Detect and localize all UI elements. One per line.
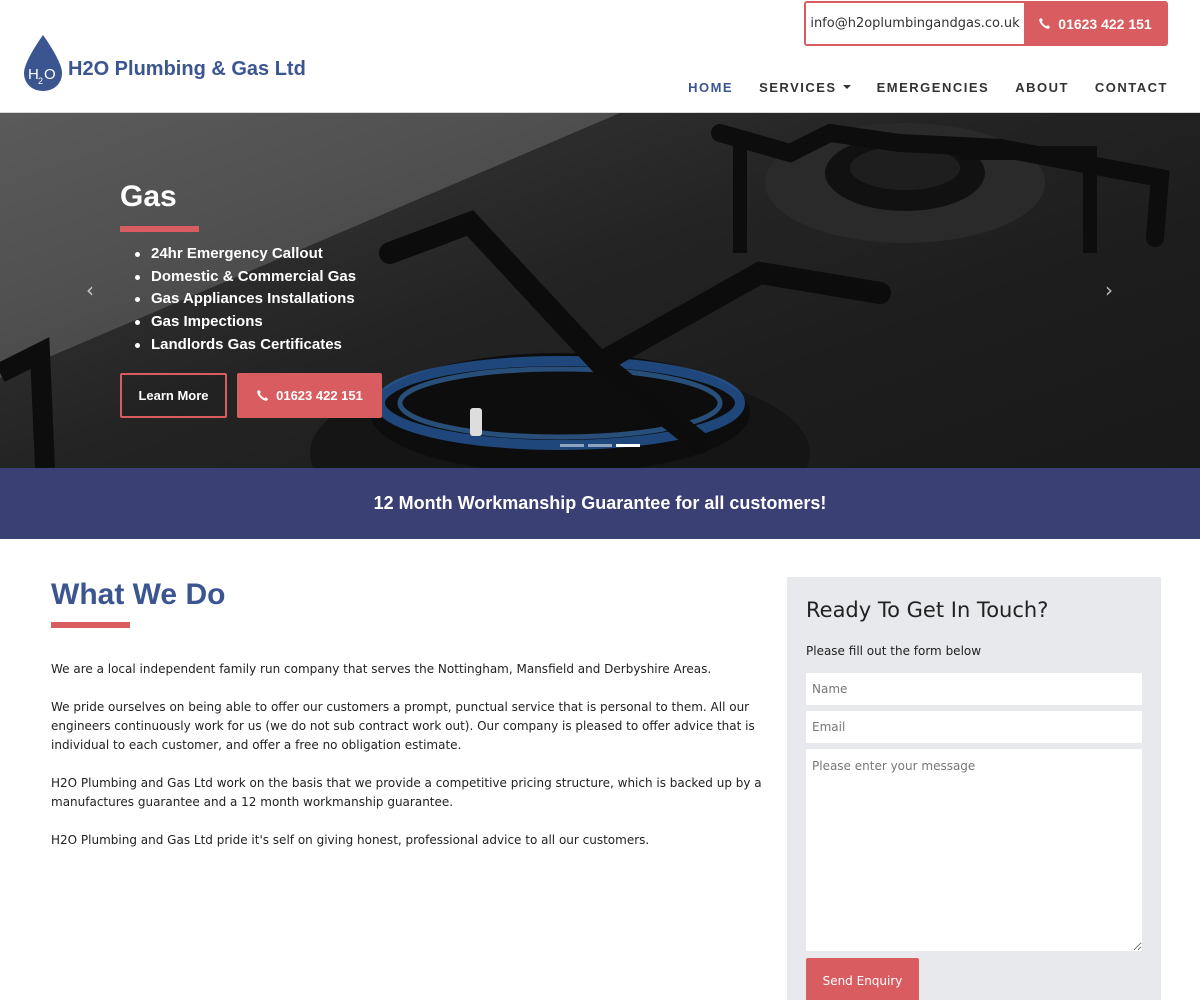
hero-title: Gas — [120, 180, 177, 213]
nav-item-emergencies[interactable]: EMERGENCIES — [877, 78, 990, 96]
nav-label: SERVICES — [759, 79, 837, 95]
svg-text:O: O — [44, 66, 56, 83]
nav-label: HOME — [688, 79, 734, 95]
nav-item-contact[interactable]: CONTACT — [1095, 78, 1168, 96]
list-item: Landlords Gas Certificates — [134, 334, 356, 357]
list-item: 24hr Emergency Callout — [134, 243, 356, 266]
enquiry-form-panel: Ready To Get In Touch? Please fill out t… — [787, 577, 1161, 1000]
header-phone-button[interactable]: 01623 422 151 — [1024, 3, 1166, 44]
email-input[interactable] — [806, 711, 1142, 743]
what-we-do-underline — [51, 622, 130, 628]
nav-label: ABOUT — [1015, 79, 1069, 95]
carousel-indicator-active[interactable] — [616, 444, 640, 447]
hero-service-list: 24hr Emergency Callout Domestic & Commer… — [134, 243, 356, 356]
message-textarea[interactable] — [806, 749, 1142, 951]
what-we-do-body: We are a local independent family run co… — [51, 660, 763, 869]
form-title: Ready To Get In Touch? — [806, 598, 1049, 622]
guarantee-banner: 12 Month Workmanship Guarantee for all c… — [0, 468, 1200, 539]
carousel-next-arrow-icon[interactable]: › — [1101, 280, 1117, 300]
paragraph: H2O Plumbing and Gas Ltd pride it's self… — [51, 833, 650, 847]
paragraph: H2O Plumbing and Gas Ltd work on the bas… — [51, 776, 762, 809]
nav-label: CONTACT — [1094, 79, 1168, 95]
hero-call-button[interactable]: 01623 422 151 — [237, 373, 382, 418]
nav-item-about[interactable]: ABOUT — [1015, 78, 1069, 96]
hero-call-label: 01623 422 151 — [276, 388, 363, 403]
header-email-link[interactable]: info@h2oplumbingandgas.co.uk — [806, 3, 1024, 44]
caret-down-icon — [842, 85, 851, 89]
nav-label: EMERGENCIES — [876, 79, 990, 95]
site-header: H 2 O H2O Plumbing & Gas Ltd info@h2oplu… — [0, 0, 1200, 113]
learn-more-button[interactable]: Learn More — [120, 373, 227, 418]
logo-text: H2O Plumbing & Gas Ltd — [68, 57, 306, 80]
phone-icon — [257, 389, 269, 401]
carousel-indicators — [560, 444, 640, 447]
carousel-indicator[interactable] — [588, 444, 612, 447]
list-item: Gas Impections — [134, 311, 356, 334]
carousel-indicator[interactable] — [560, 444, 584, 447]
svg-text:2: 2 — [38, 76, 43, 86]
main-nav: HOME SERVICES EMERGENCIES ABOUT CONTACT — [662, 78, 1168, 96]
form-subtitle: Please fill out the form below — [806, 644, 982, 658]
logo[interactable]: H 2 O H2O Plumbing & Gas Ltd — [22, 33, 306, 93]
list-item: Domestic & Commercial Gas — [134, 266, 356, 289]
header-phone-label: 01623 422 151 — [1058, 15, 1152, 32]
what-we-do-heading: What We Do — [51, 578, 226, 611]
send-enquiry-button[interactable]: Send Enquiry — [806, 958, 919, 1000]
hero-carousel: ‹ › Gas 24hr Emergency Callout Domestic … — [0, 113, 1200, 468]
hero-title-underline — [120, 226, 199, 232]
header-contact-bar: info@h2oplumbingandgas.co.uk 01623 422 1… — [804, 1, 1168, 46]
name-input[interactable] — [806, 673, 1142, 705]
carousel-prev-arrow-icon[interactable]: ‹ — [82, 280, 98, 300]
list-item: Gas Appliances Installations — [134, 288, 356, 311]
nav-item-home[interactable]: HOME — [688, 78, 733, 96]
water-drop-logo-icon: H 2 O — [22, 33, 64, 93]
paragraph: We pride ourselves on being able to offe… — [51, 700, 755, 752]
paragraph: We are a local independent family run co… — [51, 662, 712, 676]
nav-item-services[interactable]: SERVICES — [759, 78, 851, 96]
phone-icon — [1039, 17, 1051, 29]
